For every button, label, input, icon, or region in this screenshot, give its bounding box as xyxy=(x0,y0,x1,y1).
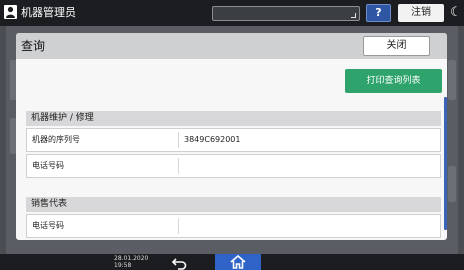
inquiry-dialog: 查询 关闭 打印查询列表 机器维护 / 修理 机器的序列号 3849C69200… xyxy=(16,33,447,240)
row-divider xyxy=(178,158,179,174)
info-row-serial-number: 机器的序列号 3849C692001 xyxy=(26,128,441,152)
bottom-bar: 28.01.2020 19:58 xyxy=(0,254,464,270)
scrollbar[interactable] xyxy=(444,97,447,230)
background-panel xyxy=(448,60,456,100)
row-divider xyxy=(178,132,179,148)
resize-corner-icon xyxy=(351,13,356,18)
top-bar: 机器管理员 ? 注销 ☾ xyxy=(0,0,464,26)
back-arrow-icon[interactable] xyxy=(170,255,190,270)
background-panel xyxy=(448,166,456,202)
home-icon xyxy=(230,255,246,269)
home-button[interactable] xyxy=(215,254,261,270)
info-row-phone-number: 电话号码 xyxy=(26,154,441,178)
row-label: 电话号码 xyxy=(32,161,64,170)
logout-button[interactable]: 注销 xyxy=(398,4,444,22)
user-icon xyxy=(4,5,17,19)
date-time: 28.01.2020 19:58 xyxy=(114,255,148,269)
moon-icon[interactable]: ☾ xyxy=(450,4,464,22)
info-row-sales-phone-number: 电话号码 xyxy=(26,214,441,238)
status-field[interactable] xyxy=(212,6,360,21)
close-button[interactable]: 关闭 xyxy=(363,36,430,56)
print-inquiry-list-button[interactable]: 打印查询列表 xyxy=(345,69,442,93)
row-divider xyxy=(178,218,179,234)
app-title: 机器管理员 xyxy=(21,6,76,19)
help-button[interactable]: ? xyxy=(366,4,391,22)
dialog-header: 查询 关闭 xyxy=(16,33,447,59)
date-text: 28.01.2020 xyxy=(114,255,149,262)
row-label: 机器的序列号 xyxy=(32,135,80,144)
dialog-title: 查询 xyxy=(21,39,46,53)
section-heading-maintenance: 机器维护 / 修理 xyxy=(26,111,441,126)
row-value: 3849C692001 xyxy=(184,135,241,144)
time-text: 19:58 xyxy=(114,262,132,269)
section-heading-sales-rep: 销售代表 xyxy=(26,197,441,212)
row-label: 电话号码 xyxy=(32,221,64,230)
